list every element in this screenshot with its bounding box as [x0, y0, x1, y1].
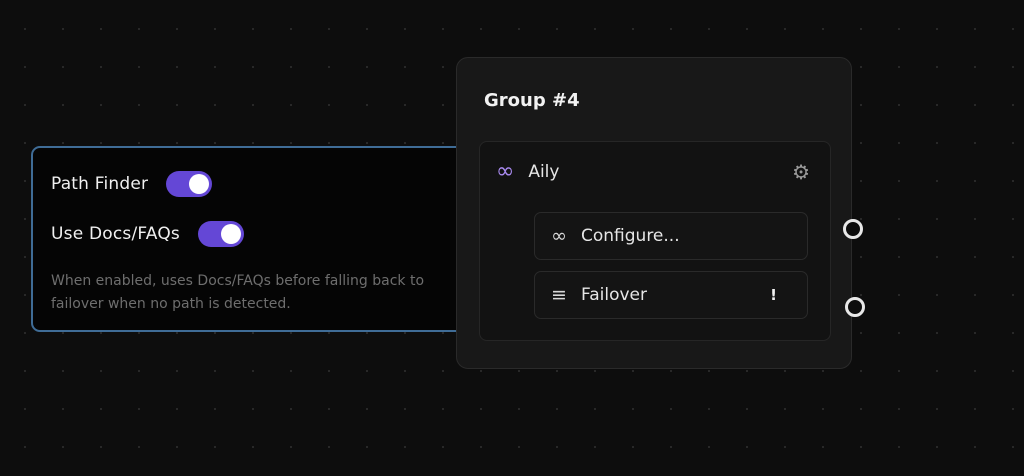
path-finder-row: Path Finder [51, 168, 445, 200]
configure-label: Configure... [581, 226, 680, 246]
group-title: Group #4 [484, 90, 580, 111]
agent-name: Aily [528, 162, 560, 182]
infinity-icon: ∞ [551, 225, 567, 247]
failover-label: Failover [581, 285, 647, 305]
gear-icon[interactable]: ⚙ [792, 160, 810, 184]
path-finder-toggle[interactable] [166, 171, 213, 197]
group-node[interactable]: Group #4 ∞ Aily ⚙ ∞ Configure... ≡ Failo… [456, 57, 852, 369]
configure-button[interactable]: ∞ Configure... [534, 212, 808, 260]
toggle-knob [189, 174, 210, 194]
warning-badge: ! [770, 286, 777, 304]
agent-header: ∞ Aily [496, 159, 560, 184]
path-finder-label: Path Finder [51, 174, 149, 194]
settings-description: When enabled, uses Docs/FAQs before fall… [51, 273, 425, 312]
agent-card[interactable]: ∞ Aily ⚙ ∞ Configure... ≡ Failover ! [479, 141, 831, 341]
use-docs-toggle[interactable] [197, 221, 244, 247]
use-docs-label: Use Docs/FAQs [51, 224, 180, 244]
output-port-failover[interactable] [845, 297, 865, 317]
toggle-knob [220, 224, 241, 244]
infinity-icon: ∞ [496, 159, 515, 184]
menu-icon: ≡ [551, 284, 567, 306]
path-finder-settings-node[interactable]: Path Finder Use Docs/FAQs When enabled, … [31, 146, 465, 332]
failover-button[interactable]: ≡ Failover ! [534, 271, 808, 319]
use-docs-row: Use Docs/FAQs [51, 218, 445, 250]
output-port-configure[interactable] [843, 219, 863, 239]
